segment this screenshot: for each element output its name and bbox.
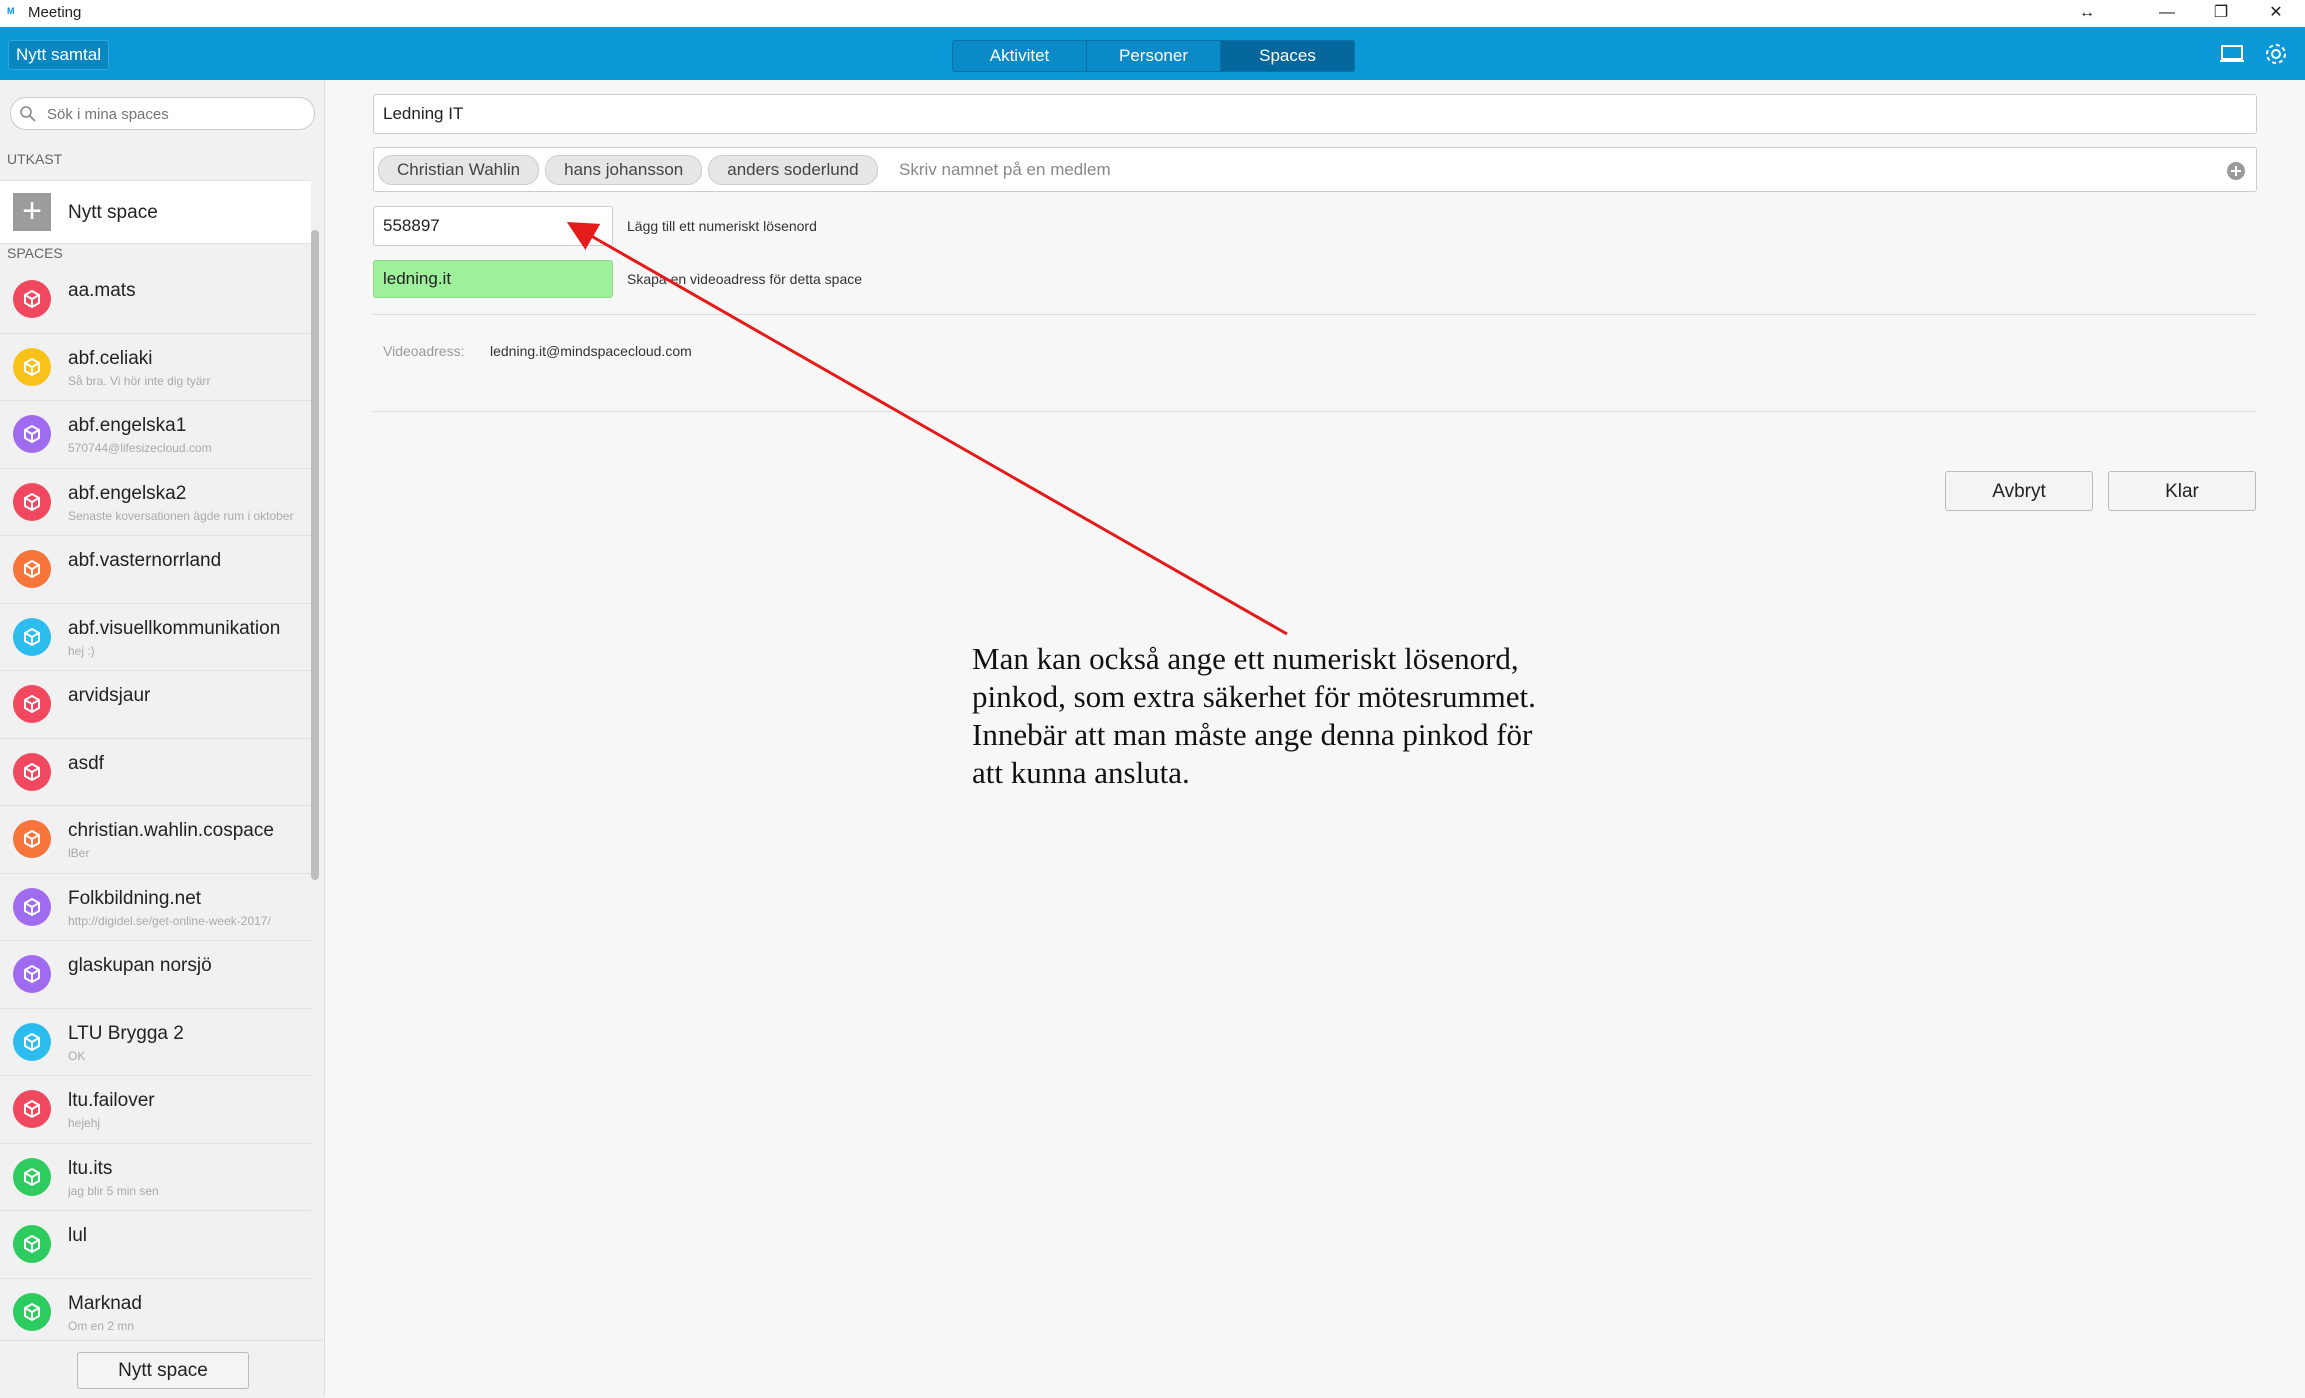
annotation-line: Innebär att man måste ange denna pinkod … bbox=[972, 717, 1533, 752]
annotation-line: pinkod, som extra säkerhet för mötesrumm… bbox=[972, 679, 1536, 714]
annotation-line: Man kan också ange ett numeriskt lösenor… bbox=[972, 641, 1519, 676]
annotation-line: att kunna ansluta. bbox=[972, 755, 1190, 790]
annotation-text: Man kan också ange ett numeriskt lösenor… bbox=[972, 640, 1672, 792]
